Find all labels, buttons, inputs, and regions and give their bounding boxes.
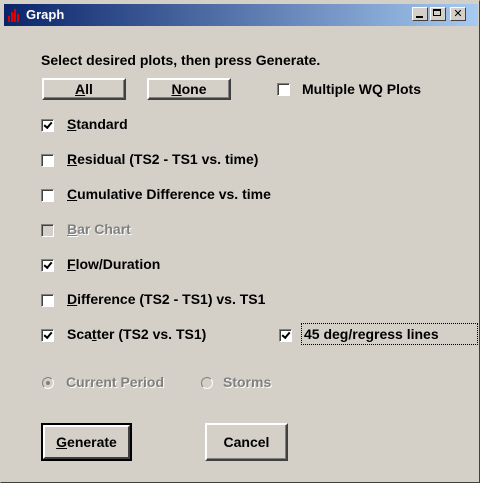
multiple-wq-checkbox[interactable]: [277, 83, 290, 96]
minimize-button[interactable]: [412, 7, 428, 21]
cumulative-difference-checkbox[interactable]: [41, 189, 54, 202]
difference-label[interactable]: Difference (TS2 - TS1) vs. TS1: [67, 291, 265, 307]
cumulative-difference-label[interactable]: Cumulative Difference vs. time: [67, 186, 271, 202]
close-button[interactable]: ✕: [450, 7, 466, 21]
checkmark-icon: [43, 119, 53, 130]
none-button[interactable]: None: [147, 78, 231, 100]
current-period-radio: [42, 377, 54, 389]
close-icon: ✕: [453, 8, 463, 20]
all-button[interactable]: All: [42, 78, 126, 100]
generate-button[interactable]: Generate: [41, 423, 132, 461]
regress-lines-label[interactable]: 45 deg/regress lines: [304, 326, 439, 342]
multiple-wq-label[interactable]: Multiple WQ Plots: [302, 81, 421, 97]
standard-label[interactable]: Standard: [67, 116, 128, 132]
storms-label: Storms: [223, 374, 272, 390]
maximize-icon: [433, 9, 441, 16]
checkmark-icon: [43, 259, 53, 270]
current-period-label: Current Period: [66, 374, 165, 390]
regress-lines-checkbox[interactable]: [279, 329, 292, 342]
graph-dialog: Graph ✕ Select desired plots, then press…: [0, 0, 480, 483]
cancel-button[interactable]: Cancel: [205, 423, 288, 461]
title-bar[interactable]: Graph ✕: [4, 4, 478, 26]
maximize-button[interactable]: [430, 7, 446, 21]
bar-chart-checkbox: [41, 224, 54, 237]
standard-checkbox[interactable]: [41, 119, 54, 132]
bar-chart-label: Bar Chart: [67, 221, 131, 237]
minimize-icon: [416, 16, 423, 18]
storms-radio: [201, 377, 213, 389]
scatter-label[interactable]: Scatter (TS2 vs. TS1): [67, 326, 206, 342]
bar-chart-icon: [7, 8, 21, 22]
checkmark-icon: [43, 329, 53, 340]
window-title: Graph: [26, 7, 65, 22]
residual-checkbox[interactable]: [41, 154, 54, 167]
flow-duration-checkbox[interactable]: [41, 259, 54, 272]
scatter-checkbox[interactable]: [41, 329, 54, 342]
difference-checkbox[interactable]: [41, 294, 54, 307]
flow-duration-label[interactable]: Flow/Duration: [67, 256, 160, 272]
checkmark-icon: [281, 329, 291, 340]
instruction-text: Select desired plots, then press Generat…: [41, 52, 321, 68]
radio-selected-icon: [46, 381, 50, 385]
residual-label[interactable]: Residual (TS2 - TS1 vs. time): [67, 151, 258, 167]
